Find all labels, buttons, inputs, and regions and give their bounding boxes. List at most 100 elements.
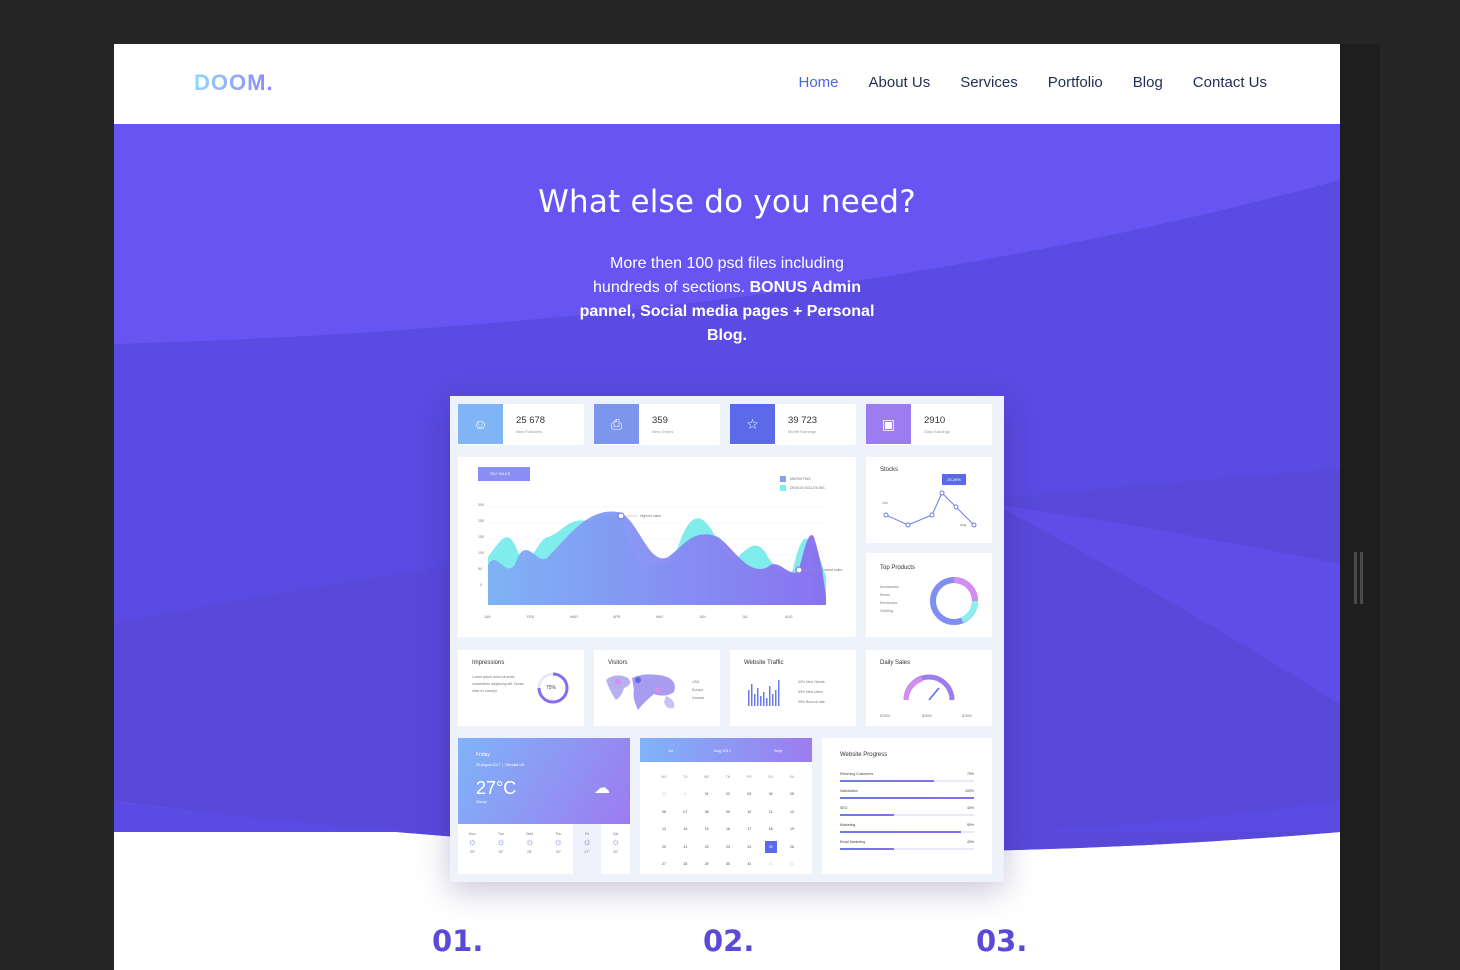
- progress-track: [840, 848, 974, 850]
- sales-chart-card: 2017 SALES MARKETING DESIGN SOLUTIONS Hi…: [458, 457, 856, 637]
- calendar-week: 13 14 15 16 17 18 19: [658, 821, 798, 839]
- calendar-day[interactable]: 12: [786, 806, 798, 818]
- y-tick: 100: [478, 551, 484, 555]
- stocks-card: Stocks 25,28% Jun Aug: [866, 457, 992, 543]
- calendar-day[interactable]: 20: [658, 841, 670, 853]
- calendar-prev[interactable]: Jul: [668, 748, 673, 753]
- calendar-day[interactable]: 23: [722, 841, 734, 853]
- calendar-day[interactable]: 09: [722, 806, 734, 818]
- sun-icon: ☼: [553, 837, 563, 848]
- money-icon: ▣: [866, 404, 911, 444]
- progress-track: [840, 797, 974, 799]
- calendar-day[interactable]: 08: [701, 806, 713, 818]
- calendar-day[interactable]: 01: [765, 858, 777, 870]
- nav-home[interactable]: Home: [798, 74, 838, 91]
- calendar-day[interactable]: 01: [701, 788, 713, 800]
- sun-icon: ☼: [496, 837, 506, 848]
- x-tick: JUL: [742, 615, 749, 619]
- stat-card-orders: ⎙ 359 New Orders: [594, 404, 720, 445]
- progress-item: Satisfaction 100%: [840, 789, 974, 806]
- forecast-temp: 29°: [613, 850, 619, 854]
- calendar-day[interactable]: 10: [743, 806, 755, 818]
- printer-icon: ⎙: [594, 404, 639, 444]
- weather-temp: 27°C: [476, 778, 517, 798]
- forecast-temp: 27°: [584, 850, 590, 854]
- site-header: DOOM. Home About Us Services Portfolio B…: [114, 44, 1340, 124]
- top-products-card: Top Products Accessories Shoes Electroni…: [866, 553, 992, 637]
- logo[interactable]: DOOM.: [194, 70, 274, 96]
- forecast-temp: 29°: [469, 850, 475, 854]
- nav-portfolio[interactable]: Portfolio: [1048, 74, 1103, 91]
- calendar-day[interactable]: 26: [786, 841, 798, 853]
- calendar-day[interactable]: 13: [658, 823, 670, 835]
- forecast-day: Thu ☼ 29°: [544, 824, 573, 874]
- progress-item: Email Marketing 40%: [840, 840, 974, 857]
- progress-list: Returning Customers 70% Satisfaction 100% SE…: [840, 772, 974, 857]
- nav-contact-us[interactable]: Contact Us: [1193, 74, 1267, 91]
- nav-blog[interactable]: Blog: [1133, 74, 1163, 91]
- calendar-day[interactable]: 31: [743, 858, 755, 870]
- stat-label: New Followers: [516, 429, 543, 434]
- calendar-day[interactable]: 24: [743, 841, 755, 853]
- calendar-day-selected[interactable]: 25: [764, 840, 777, 853]
- stocks-start: Jun: [882, 501, 888, 505]
- calendar-card: Jul Aug 2017 Sept MO TU WE TH FR SU SA 30 31 01 02…: [640, 738, 812, 874]
- calendar-day[interactable]: 04: [765, 788, 777, 800]
- hero-subtitle: More then 100 psd files including hundre…: [577, 252, 877, 348]
- scroll-handle[interactable]: [1354, 552, 1357, 604]
- x-tick: MAY: [656, 615, 664, 619]
- y-tick: 0: [480, 583, 482, 587]
- cloud-icon: ☁: [594, 780, 610, 797]
- dashboard-preview: ☺ 25 678 New Followers ⎙ 359 New Orders …: [450, 396, 1004, 882]
- forecast-day: Tue ☼ 29°: [487, 824, 516, 874]
- progress-label: Returning Customers: [840, 772, 874, 776]
- calendar-day[interactable]: 18: [765, 823, 777, 835]
- stat-value: 39 723: [788, 415, 818, 426]
- calendar-day[interactable]: 06: [658, 806, 670, 818]
- calendar-day[interactable]: 02: [786, 858, 798, 870]
- calendar-day[interactable]: 14: [679, 823, 691, 835]
- traffic-card: Website Traffic 42% New Clients 59% New …: [730, 650, 856, 726]
- progress-card: Website Progress Returning Customers 70% S…: [822, 738, 992, 874]
- calendar-day[interactable]: 19: [786, 823, 798, 835]
- calendar-day[interactable]: 15: [701, 823, 713, 835]
- calendar-day[interactable]: 22: [701, 841, 713, 853]
- stat-card-daily: ▣ 2910 Daily Earnings: [866, 404, 992, 445]
- sun-icon: ☼: [611, 837, 621, 848]
- weather-condition: Cloudy: [476, 800, 487, 804]
- traffic-stat: 42% New Clients: [798, 680, 825, 684]
- daily-sales-value: $1500: [880, 714, 890, 718]
- calendar-day[interactable]: 30: [722, 858, 734, 870]
- calendar-day[interactable]: 28: [679, 858, 691, 870]
- progress-label: Satisfaction: [840, 789, 859, 793]
- step-number: 02.: [703, 924, 755, 958]
- weather-card: Friday 25 August 2017 | Gibraltar UK 27°…: [458, 738, 630, 874]
- calendar-day[interactable]: 21: [679, 841, 691, 853]
- nav-services[interactable]: Services: [960, 74, 1018, 91]
- calendar-day[interactable]: 16: [722, 823, 734, 835]
- calendar-day[interactable]: 27: [658, 858, 670, 870]
- calendar-day[interactable]: 29: [701, 858, 713, 870]
- calendar-day[interactable]: 05: [786, 788, 798, 800]
- hero-title: What else do you need?: [538, 184, 916, 220]
- daily-sales-card: Daily Sales $1500 $2500 $1500: [866, 650, 992, 726]
- calendar-day[interactable]: 11: [765, 806, 777, 818]
- forecast-day: Fri ☼ 27°: [572, 824, 602, 874]
- calendar-next[interactable]: Sept: [774, 748, 782, 753]
- calendar-day[interactable]: 30: [658, 788, 670, 800]
- calendar-day[interactable]: 31: [679, 788, 691, 800]
- calendar-day[interactable]: 07: [679, 806, 691, 818]
- products-donut: [930, 577, 978, 625]
- progress-fill: [840, 797, 974, 799]
- nav-about-us[interactable]: About Us: [869, 74, 931, 91]
- progress-percent: 90%: [966, 823, 974, 827]
- scroll-handle[interactable]: [1360, 552, 1363, 604]
- stat-label: New Orders: [652, 429, 674, 434]
- visitor-region: Europe: [692, 688, 704, 692]
- calendar-day[interactable]: 17: [743, 823, 755, 835]
- steps-row: 01. 02. 03.: [114, 924, 1340, 970]
- calendar-day[interactable]: 02: [722, 788, 734, 800]
- visitor-region: Canada: [692, 696, 705, 700]
- step-number: 01.: [432, 924, 484, 958]
- calendar-day[interactable]: 03: [743, 788, 755, 800]
